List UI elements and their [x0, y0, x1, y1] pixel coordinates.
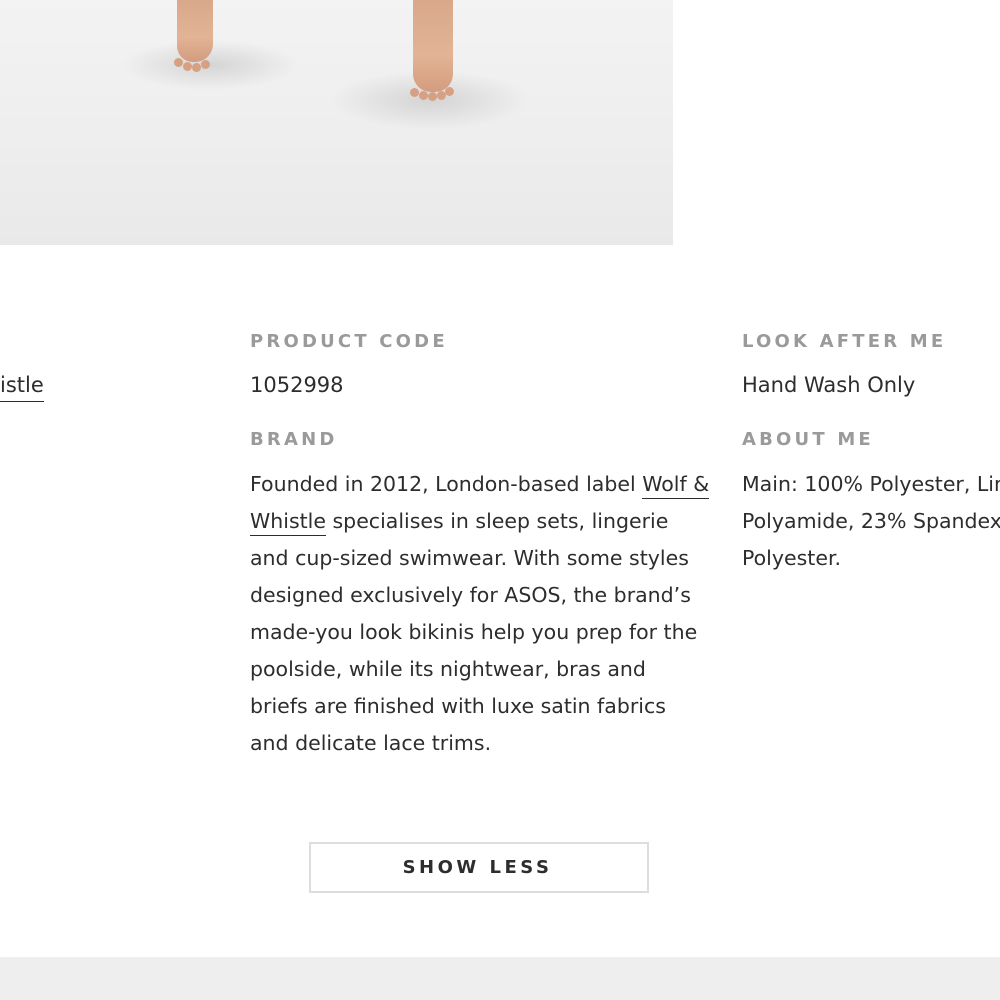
- footer-bar: [0, 957, 1000, 1000]
- product-details-page: istle PRODUCT CODE 1052998 BRAND Founded…: [0, 0, 1000, 1000]
- right-foot-image: [413, 0, 453, 92]
- left-foot-image: [177, 0, 213, 62]
- toe-image: [428, 92, 437, 101]
- care-instructions: Hand Wash Only: [742, 373, 916, 397]
- brand-text-end: specialises in sleep sets, lingerie and …: [250, 509, 698, 755]
- brand-description: Founded in 2012, London-based label Wolf…: [250, 466, 710, 762]
- show-less-button[interactable]: SHOW LESS: [309, 842, 649, 893]
- toe-image: [201, 60, 210, 69]
- product-code-value: 1052998: [250, 373, 344, 397]
- brand-text-start: Founded in 2012, London-based label: [250, 472, 643, 496]
- brand-link-fragment[interactable]: istle: [0, 370, 44, 402]
- toe-image: [174, 58, 183, 67]
- care-info-column: LOOK AFTER ME Hand Wash Only ABOUT ME Ma…: [742, 330, 1000, 577]
- toe-image: [419, 91, 428, 100]
- product-image[interactable]: [0, 0, 673, 245]
- toe-image: [192, 63, 201, 72]
- fabric-composition: Main: 100% Polyester, Lin Polyamide, 23%…: [742, 466, 1000, 577]
- product-code-heading: PRODUCT CODE: [250, 331, 448, 352]
- product-info-column: PRODUCT CODE 1052998 BRAND Founded in 20…: [250, 330, 710, 762]
- fabric-line: Polyester.: [742, 546, 842, 570]
- look-after-me-heading: LOOK AFTER ME: [742, 331, 947, 352]
- fabric-line: Polyamide, 23% Spandex: [742, 509, 1000, 533]
- fabric-line: Main: 100% Polyester, Lin: [742, 472, 1000, 496]
- toe-image: [183, 62, 192, 71]
- brand-heading: BRAND: [250, 429, 338, 450]
- toe-image: [445, 87, 454, 96]
- toe-image: [410, 88, 419, 97]
- about-me-heading: ABOUT ME: [742, 429, 874, 450]
